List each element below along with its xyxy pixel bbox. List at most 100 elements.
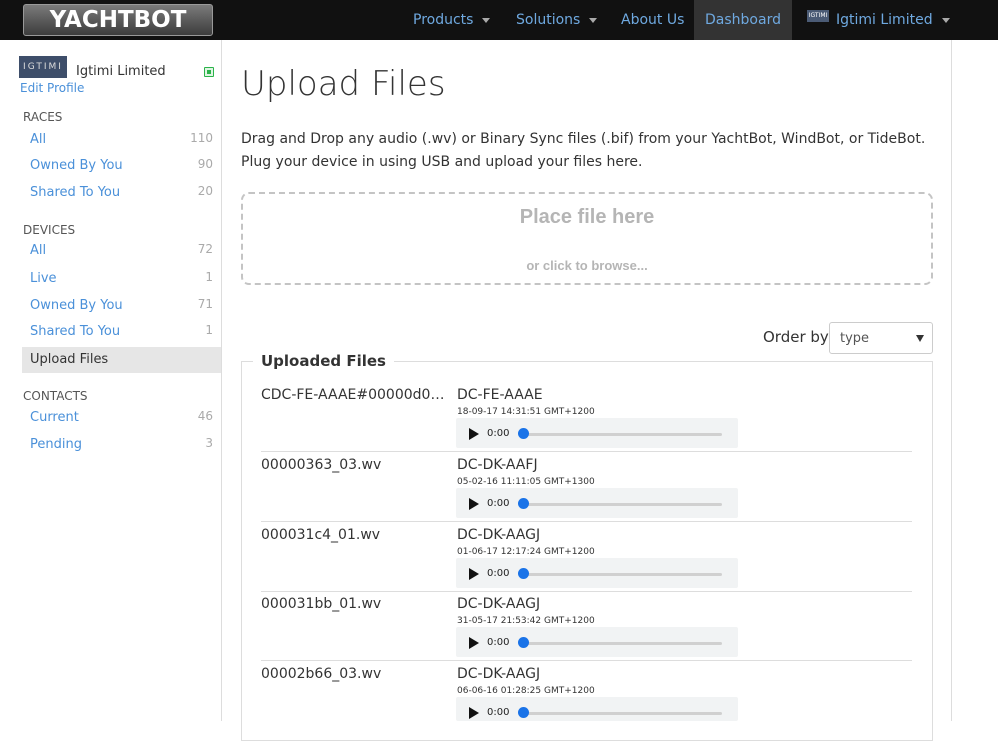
device-id: DC-DK-AAGJ [457,527,541,543]
sidebar-item-label: Upload Files [30,352,109,367]
yachtbot-logo[interactable]: YACHTBOT [23,4,213,36]
sidebar-item-devices-shared[interactable]: Shared To You 1 [22,319,221,345]
audio-player: 0:00 [456,558,738,588]
nav-products[interactable]: Products [413,0,491,40]
file-name: 000031c4_01.wv [261,527,381,543]
sidebar-item-label: Owned By You [30,158,123,173]
nav-account-label: Igtimi Limited [836,12,933,28]
sidebar-item-label: Shared To You [30,185,121,200]
section-title-races: RACES [23,110,63,124]
sidebar-item-label: Pending [30,437,82,452]
table-row: 000031c4_01.wv DC-DK-AAGJ 01-06-17 12:17… [261,522,912,592]
avatar: IGTIMI [19,56,67,78]
file-timestamp: 06-06-16 01:28:25 GMT+1200 [457,686,595,696]
nav-dashboard[interactable]: Dashboard [694,0,792,40]
sidebar-item-label: All [30,132,47,147]
intro-line-2: Plug your device in using USB and upload… [241,154,643,170]
sidebar-item-label: Shared To You [30,324,121,339]
table-row: CDC-FE-AAAE#00000d07_... DC-FE-AAAE 18-0… [261,382,912,452]
file-timestamp: 01-06-17 12:17:24 GMT+1200 [457,547,595,557]
audio-time: 0:00 [487,498,510,509]
device-id: DC-DK-AAGJ [457,666,541,682]
nav-about-us[interactable]: About Us [621,0,684,40]
audio-seek-bar[interactable] [522,433,722,436]
sidebar-item-count: 90 [197,157,213,171]
seek-thumb[interactable] [518,498,529,509]
sidebar-item-contacts-current[interactable]: Current 46 [22,405,221,431]
dropzone-title: Place file here [519,206,655,228]
content-divider [951,40,952,721]
nav-products-label: Products [413,12,474,28]
sidebar-item-label: Current [30,410,79,425]
table-row: 00000363_03.wv DC-DK-AAFJ 05-02-16 11:11… [261,452,912,522]
device-id: DC-FE-AAAE [457,387,543,403]
chevron-down-icon [589,17,598,23]
audio-player: 0:00 [456,627,738,657]
audio-seek-bar[interactable] [522,712,722,715]
section-title-devices: DEVICES [23,223,76,237]
sidebar-item-count: 71 [197,297,213,311]
play-icon[interactable] [469,568,479,580]
sidebar-item-devices-all[interactable]: All 72 [22,238,221,264]
seek-thumb[interactable] [518,637,529,648]
file-name: CDC-FE-AAAE#00000d07_... [261,387,453,403]
sidebar-item-races-all[interactable]: All 110 [22,127,221,153]
play-icon[interactable] [469,707,479,719]
play-icon[interactable] [469,637,479,649]
audio-time: 0:00 [487,428,510,439]
top-navbar: YACHTBOT Products Solutions About Us Das… [0,0,998,40]
lock-icon [204,67,214,77]
dropzone-browse-link[interactable]: or click to browse... [243,258,931,273]
nav-account-menu[interactable]: IGTIMI Igtimi Limited [807,0,950,40]
device-id: DC-DK-AAFJ [457,457,538,473]
audio-player: 0:00 [456,418,738,448]
audio-seek-bar[interactable] [522,573,722,576]
org-name: Igtimi Limited [76,64,166,79]
sidebar-item-label: Live [30,271,57,286]
section-title-contacts: CONTACTS [23,389,88,403]
nav-solutions[interactable]: Solutions [516,0,598,40]
nav-dashboard-label: Dashboard [705,12,781,28]
audio-time: 0:00 [487,568,510,579]
file-timestamp: 05-02-16 11:11:05 GMT+1300 [457,477,595,487]
audio-time: 0:00 [487,637,510,648]
uploaded-files-title: Uploaded Files [253,352,394,370]
sidebar-item-count: 1 [205,323,213,337]
file-name: 00002b66_03.wv [261,666,382,682]
sidebar-item-races-owned[interactable]: Owned By You 90 [22,153,221,179]
sidebar-item-races-shared[interactable]: Shared To You 20 [22,180,221,206]
seek-thumb[interactable] [518,428,529,439]
dropdown-arrow-icon [916,335,924,342]
sidebar-item-label: Owned By You [30,298,123,313]
intro-text: Drag and Drop any audio (.wv) or Binary … [241,128,941,174]
nav-solutions-label: Solutions [516,12,581,28]
file-dropzone[interactable]: Place file here or click to browse... [241,192,933,285]
sidebar-item-count: 1 [205,270,213,284]
audio-seek-bar[interactable] [522,503,722,506]
audio-seek-bar[interactable] [522,642,722,645]
order-by-label: Order by [763,328,829,346]
file-name: 00000363_03.wv [261,457,382,473]
audio-player: 0:00 [456,697,738,721]
order-by-value: type [840,331,870,346]
seek-thumb[interactable] [518,568,529,579]
order-by-select[interactable]: type [829,322,933,354]
sidebar-item-devices-live[interactable]: Live 1 [22,266,221,292]
audio-time: 0:00 [487,707,510,718]
audio-player: 0:00 [456,488,738,518]
sidebar-item-devices-owned[interactable]: Owned By You 71 [22,293,221,319]
page-title: Upload Files [241,64,446,104]
sidebar-item-count: 46 [197,409,213,423]
sidebar-item-count: 110 [190,131,213,145]
play-icon[interactable] [469,428,479,440]
sidebar-item-count: 3 [205,436,213,450]
sidebar-item-contacts-pending[interactable]: Pending 3 [22,432,221,458]
edit-profile-link[interactable]: Edit Profile [20,81,84,95]
file-timestamp: 31-05-17 21:53:42 GMT+1200 [457,616,595,626]
nav-about-us-label: About Us [621,12,685,28]
sidebar-item-count: 20 [197,184,213,198]
play-icon[interactable] [469,498,479,510]
chevron-down-icon [482,17,491,23]
sidebar-item-upload-files[interactable]: Upload Files [22,347,221,373]
seek-thumb[interactable] [518,707,529,718]
